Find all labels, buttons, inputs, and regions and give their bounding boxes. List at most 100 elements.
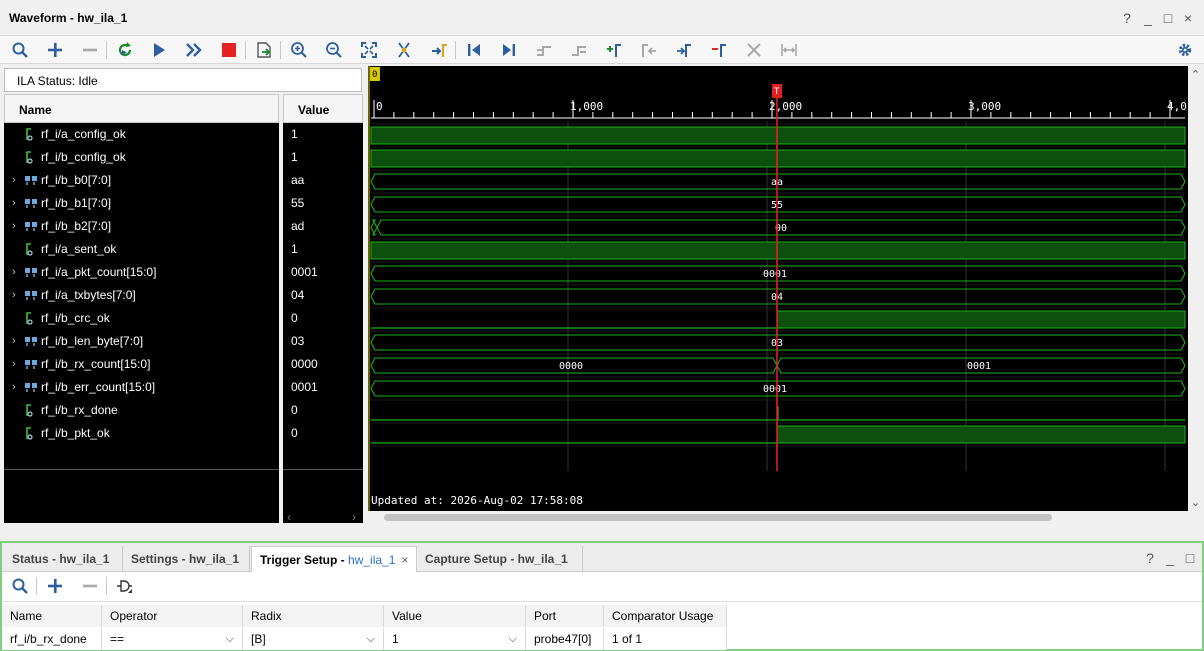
signal-name: rf_i/b_err_count[15:0] [41,380,156,394]
go-to-start-icon[interactable] [462,38,486,62]
updated-timestamp: Updated at: 2026-Aug-02 17:58:08 [371,494,583,507]
signal-value-row: 0001 [283,261,363,284]
signal-value: 1 [291,242,298,256]
expand-chevron-icon[interactable]: › [12,192,16,215]
signal-row[interactable]: rf_i/b_pkt_ok [4,422,279,445]
signal-row[interactable]: rf_i/b_config_ok [4,146,279,169]
col-header-port[interactable]: Port [526,605,604,627]
signal-row[interactable]: › rf_i/b_err_count[15:0] [4,376,279,399]
waveform-canvas[interactable]: 01,0002,0003,0004,00aa550000010403000000… [368,66,1188,511]
expand-chevron-icon[interactable]: › [12,376,16,399]
signal-row[interactable]: › rf_i/b_b0[7:0] [4,169,279,192]
trigger-toolbar [2,572,1202,602]
col-header-name[interactable]: Name [2,605,102,627]
signal-row[interactable]: rf_i/a_sent_ok [4,238,279,261]
scroll-left-arrow-icon[interactable]: ‹ [287,510,291,524]
expand-chevron-icon[interactable]: › [12,215,16,238]
signal-row[interactable]: › rf_i/a_txbytes[7:0] [4,284,279,307]
signal-name: rf_i/b_b0[7:0] [41,173,112,187]
value-column-header[interactable]: Value [283,94,363,123]
bus-value-label: 0000 [559,361,583,372]
tab-settings[interactable]: Settings - hw_ila_1 [123,546,250,572]
help-button[interactable]: ? [1119,10,1135,26]
name-column-header[interactable]: Name [4,94,279,123]
chevron-down-icon[interactable]: ⌵ [226,628,234,650]
signal-row[interactable]: › rf_i/b_b1[7:0] [4,192,279,215]
search-icon[interactable] [8,38,32,62]
settings-gear-icon[interactable] [1173,38,1197,62]
expand-chevron-icon[interactable]: › [12,330,16,353]
zoom-out-icon[interactable] [322,38,346,62]
signal-row[interactable]: rf_i/b_rx_done [4,399,279,422]
run-icon[interactable] [147,38,171,62]
waveform-horizontal-scrollbar[interactable] [368,511,1202,525]
signal-row[interactable]: rf_i/a_config_ok [4,123,279,146]
maximize-button[interactable]: □ [1160,10,1176,26]
value-select[interactable]: 1 ⌵ [384,628,526,650]
close-tab-icon[interactable]: × [401,553,408,567]
previous-marker-icon[interactable] [637,38,661,62]
scroll-up-icon[interactable]: ⌃ [1191,68,1200,81]
add-icon[interactable] [43,574,67,598]
search-icon[interactable] [8,574,32,598]
col-header-comparator-usage[interactable]: Comparator Usage [604,605,727,627]
col-header-operator[interactable]: Operator [102,605,243,627]
next-transition-icon[interactable] [567,38,591,62]
signal-value-row: 1 [283,238,363,261]
expand-chevron-icon[interactable]: › [12,284,16,307]
waveform-vertical-scrollbar[interactable]: ⌃ ⌄ [1188,66,1202,526]
tab-trigger-setup[interactable]: Trigger Setup - hw_ila_1 × [251,546,417,573]
chevron-down-icon[interactable]: ⌵ [367,628,375,650]
add-icon[interactable] [43,38,67,62]
expand-chevron-icon[interactable]: › [12,261,16,284]
close-button[interactable]: × [1180,10,1196,26]
run-continuous-icon[interactable] [182,38,206,62]
delete-icon[interactable] [742,38,766,62]
signal-value: aa [291,173,305,187]
bus-signal-icon [25,199,37,208]
next-marker-icon[interactable] [672,38,696,62]
maximize-button[interactable]: □ [1182,550,1198,566]
waveform-titlebar: Waveform - hw_ila_1 ? _ □ × [0,0,1204,36]
swap-cursors-icon[interactable] [777,38,801,62]
bus-segment [370,219,378,236]
horizontal-scroll-thumb[interactable] [384,514,1052,521]
go-to-cursor-icon[interactable] [427,38,451,62]
signal-row[interactable]: › rf_i/b_b2[7:0] [4,215,279,238]
col-header-radix[interactable]: Radix [243,605,384,627]
col-header-value[interactable]: Value [384,605,526,627]
trigger-condition-icon[interactable] [113,574,137,598]
operator-select[interactable]: == ⌵ [102,628,243,650]
tab-status[interactable]: Status - hw_ila_1 [4,546,123,572]
remove-icon[interactable] [78,38,102,62]
refresh-icon[interactable] [113,38,137,62]
minimize-button[interactable]: _ [1140,10,1156,26]
export-icon[interactable] [252,38,276,62]
remove-icon[interactable] [78,574,102,598]
scroll-right-arrow-icon[interactable]: › [352,510,356,524]
radix-select[interactable]: [B] ⌵ [243,628,384,650]
signal-row[interactable]: › rf_i/b_rx_count[15:0] [4,353,279,376]
stop-icon[interactable] [217,38,241,62]
cursor-icon[interactable] [392,38,416,62]
previous-transition-icon[interactable] [532,38,556,62]
expand-chevron-icon[interactable]: › [12,353,16,376]
ruler-label: 1,000 [570,100,603,113]
expand-chevron-icon[interactable]: › [12,169,16,192]
help-button[interactable]: ? [1142,550,1158,566]
signal-row[interactable]: rf_i/b_crc_ok [4,307,279,330]
signal-value: 0 [291,426,298,440]
chevron-down-icon[interactable]: ⌵ [509,628,517,650]
signal-row[interactable]: › rf_i/a_pkt_count[15:0] [4,261,279,284]
signal-row[interactable]: › rf_i/b_len_byte[7:0] [4,330,279,353]
minimize-button[interactable]: _ [1162,550,1178,566]
zoom-fit-icon[interactable] [357,38,381,62]
add-marker-icon[interactable] [602,38,626,62]
bus-signal-icon [25,337,37,346]
tab-capture-setup[interactable]: Capture Setup - hw_ila_1 [417,546,583,572]
zoom-in-icon[interactable] [287,38,311,62]
scroll-down-icon[interactable]: ⌄ [1191,496,1200,509]
remove-marker-icon[interactable] [707,38,731,62]
go-to-end-icon[interactable] [497,38,521,62]
bit-high-segment [776,425,1186,444]
